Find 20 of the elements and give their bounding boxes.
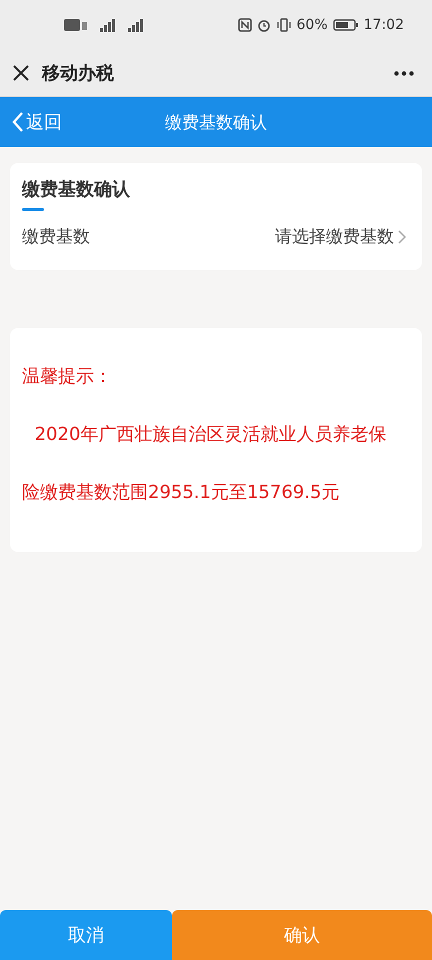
- notice-heading: 温馨提示：: [22, 365, 113, 389]
- confirm-button[interactable]: 确认: [172, 910, 432, 960]
- more-icon[interactable]: [394, 70, 414, 76]
- back-chevron-icon[interactable]: [12, 111, 24, 133]
- back-button[interactable]: 返回: [12, 110, 62, 134]
- vibrate-icon: [276, 18, 292, 32]
- notice-text: 2020年广西壮族自治区灵活就业人员养老保险缴费基数范围2955.1元至15769.5元: [22, 423, 388, 505]
- base-select[interactable]: 请选择缴费基数: [275, 225, 406, 248]
- nfc-icon: [238, 18, 252, 32]
- clock-time: 17:02: [364, 17, 404, 33]
- alarm-icon: [256, 18, 271, 32]
- field-label: 缴费基数: [22, 226, 90, 248]
- page-title: 缴费基数确认: [165, 112, 267, 134]
- battery-icon: [332, 19, 359, 31]
- close-icon[interactable]: [12, 64, 30, 82]
- title-underline: [22, 208, 44, 211]
- battery-percentage: 60%: [296, 17, 328, 33]
- card-title: 缴费基数确认: [22, 179, 130, 200]
- cancel-button[interactable]: 取消: [0, 910, 172, 960]
- app-title: 移动办税: [42, 62, 115, 85]
